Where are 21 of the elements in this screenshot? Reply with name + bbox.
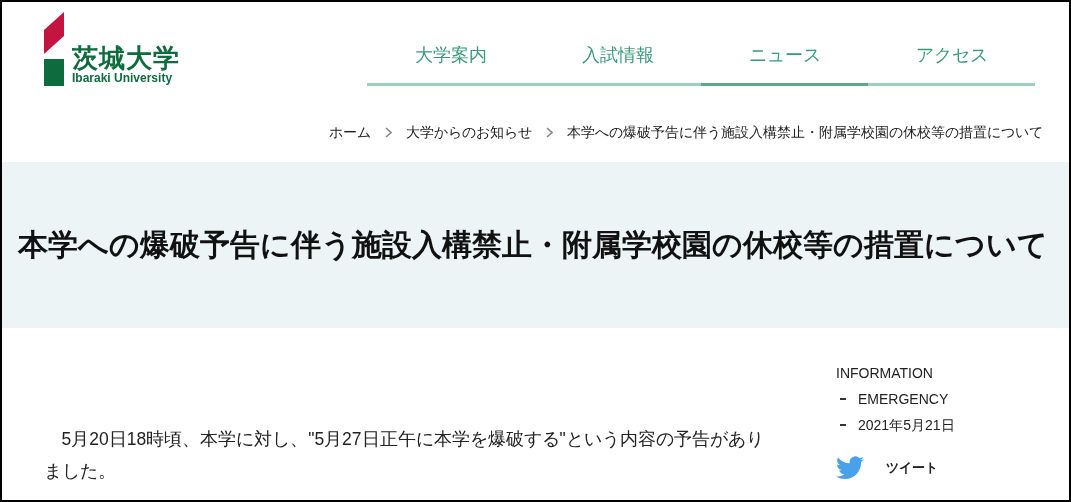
sidebar-heading: INFORMATION (836, 364, 934, 383)
tweet-link[interactable]: ツイート (886, 458, 938, 478)
body-paragraph: 5月20日18時頃、本学に対し、"5月27日正午に本学を爆破する"という内容の予告がありました。 (44, 428, 765, 483)
page-title: 本学への爆破予告に伴う施設入構禁止・附属学校園の休校等の措置について (18, 226, 1048, 263)
breadcrumb-link[interactable]: ホーム (329, 121, 371, 143)
breadcrumb-current: 本学への爆破予告に伴う施設入構禁止・附属学校園の休校等の措置について (567, 122, 1043, 142)
dash-icon (840, 398, 846, 400)
logo-subtitle: Ibaraki University (72, 71, 174, 86)
sidebar-item: 2021年5月21日 (858, 416, 955, 435)
nav-tab[interactable]: 入試情報 (534, 42, 701, 86)
nav-tab[interactable]: ニュース (701, 42, 868, 86)
breadcrumb-link[interactable]: 大学からのお知らせ (406, 121, 532, 143)
logo-icon (44, 12, 64, 86)
nav-tab[interactable]: アクセス (868, 42, 1035, 86)
bird-icon[interactable] (836, 456, 864, 480)
nav-tab[interactable]: 大学案内 (367, 42, 534, 86)
logo-name: 茨城大学 (72, 45, 180, 71)
dash-icon (840, 424, 846, 426)
chevron-icon (385, 126, 392, 138)
chevron-icon (546, 126, 553, 138)
sidebar-item: EMERGENCY (858, 390, 949, 409)
